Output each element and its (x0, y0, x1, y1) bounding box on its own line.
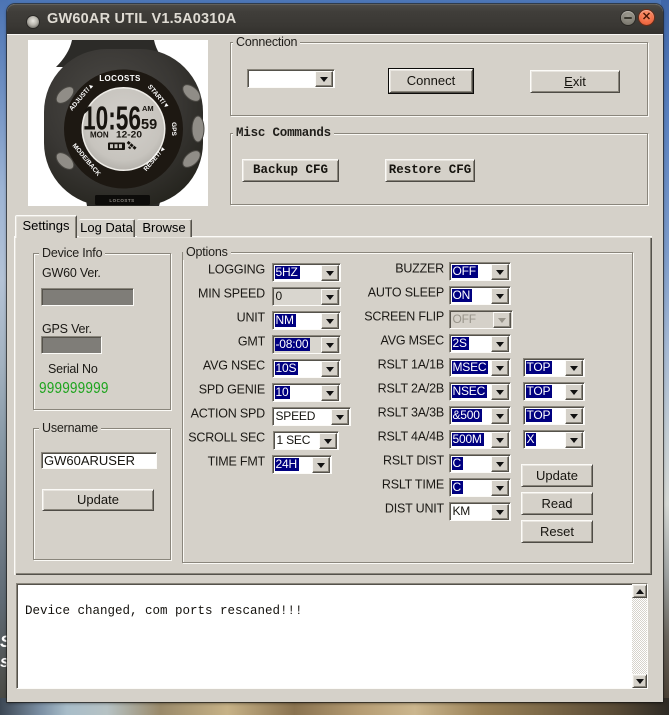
svg-text:LOCOSTS: LOCOSTS (109, 198, 134, 203)
svg-text:MON: MON (90, 131, 109, 140)
svg-text:AM: AM (142, 104, 154, 113)
svg-text:GPS: GPS (170, 122, 177, 136)
svg-text:59: 59 (141, 117, 157, 133)
svg-text:12-20: 12-20 (116, 130, 142, 140)
svg-text:LOCOSTS: LOCOSTS (99, 74, 141, 83)
